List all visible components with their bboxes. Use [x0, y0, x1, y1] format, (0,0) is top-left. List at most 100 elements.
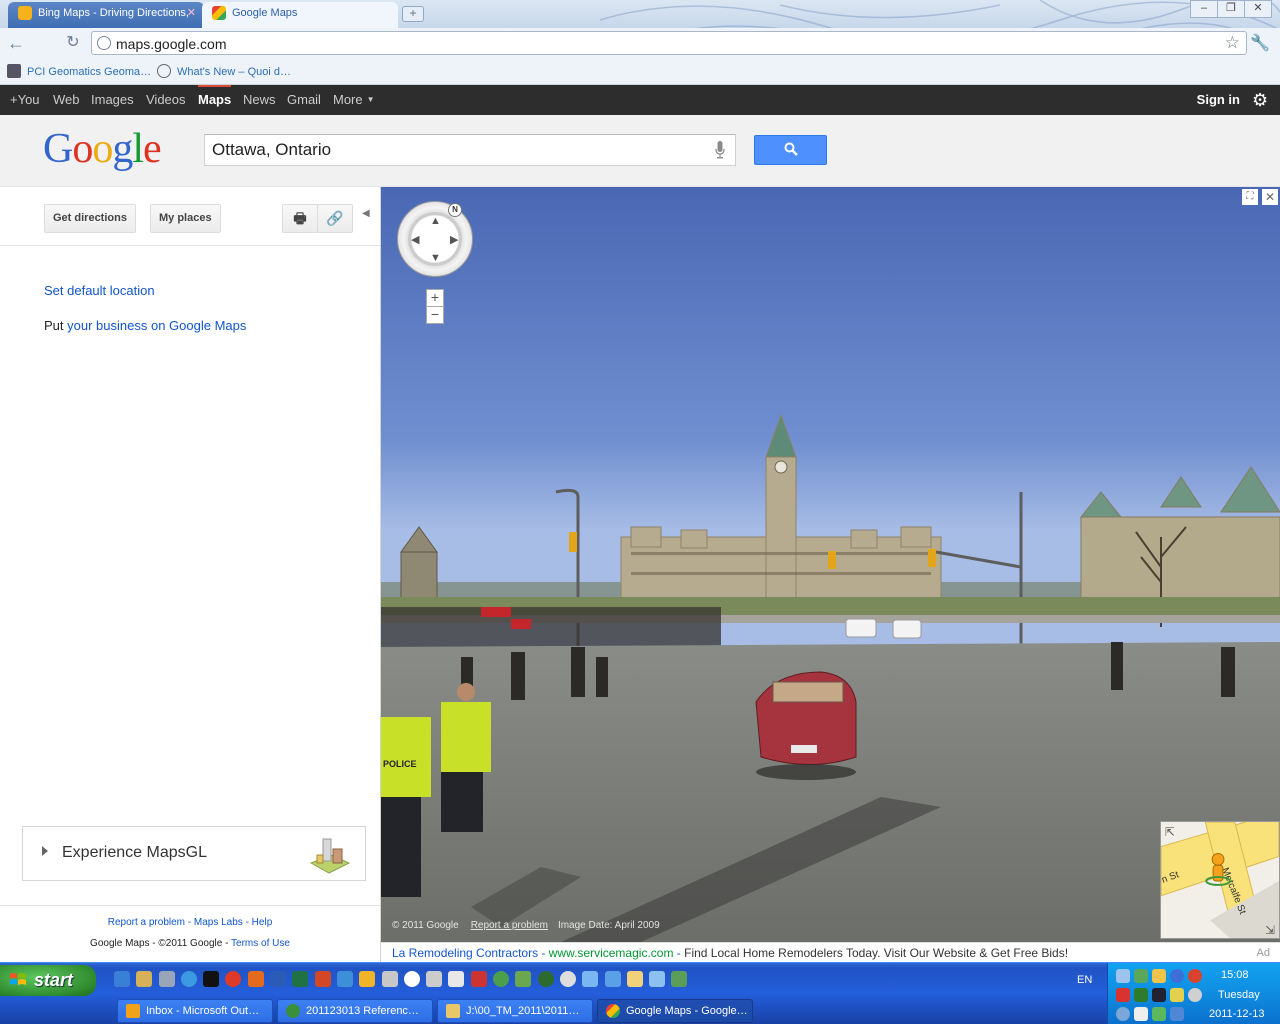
google-logo[interactable]: Google [43, 125, 162, 173]
quick-launch-icon[interactable] [158, 971, 175, 987]
get-directions-button[interactable]: Get directions [44, 204, 136, 233]
bookmark-whats-new[interactable]: What's New – Quoi d… [157, 64, 291, 78]
quick-launch-icon[interactable] [671, 971, 688, 987]
tray-app-icon[interactable] [1188, 988, 1202, 1002]
quick-launch-icon[interactable] [537, 971, 554, 987]
parliament-hill-street-scene[interactable]: POLICE [381, 187, 1280, 942]
tray-app-icon[interactable] [1152, 1007, 1166, 1021]
gbar-gmail[interactable]: Gmail [287, 85, 321, 115]
tray-app-icon[interactable] [1152, 988, 1166, 1002]
tray-app-icon[interactable] [1152, 969, 1166, 983]
my-places-button[interactable]: My places [150, 204, 221, 233]
pan-left-icon[interactable]: ◀ [411, 233, 419, 246]
address-bar[interactable]: maps.google.com ☆ [91, 31, 1247, 55]
zoom-out-button[interactable]: − [426, 306, 444, 324]
ad-url[interactable]: www.servicemagic.com [549, 946, 674, 960]
microphone-icon[interactable] [715, 141, 725, 159]
business-on-maps-link[interactable]: your business on Google Maps [67, 318, 246, 333]
gbar-web[interactable]: Web [53, 85, 80, 115]
reload-icon[interactable]: ↻ [62, 32, 84, 54]
clock-time[interactable]: 15:08 [1221, 969, 1249, 981]
footer-links[interactable]: Report a problem - Maps Labs - Help [0, 917, 380, 928]
sign-in-link[interactable]: Sign in [1197, 85, 1240, 115]
globe-app-icon[interactable] [493, 971, 510, 987]
report-problem-link[interactable]: Report a problem [471, 920, 548, 931]
collapse-panel-icon[interactable]: ◀ [362, 208, 370, 219]
tray-app-icon[interactable] [1134, 988, 1148, 1002]
word-icon[interactable] [270, 971, 287, 987]
tray-app-icon[interactable] [1188, 969, 1202, 983]
zoom-in-button[interactable]: + [426, 289, 444, 307]
wrench-icon[interactable]: 🔧 [1250, 33, 1270, 53]
tray-search-icon[interactable] [1116, 969, 1130, 983]
taskbar-item-folder[interactable]: J:\00_TM_2011\2011… [437, 999, 593, 1023]
quick-launch-icon[interactable] [515, 971, 532, 987]
tab-bing-maps[interactable]: Bing Maps - Driving Directions, ✕ [8, 2, 204, 28]
gbar-news[interactable]: News [243, 85, 276, 115]
tray-cursor-icon[interactable] [1134, 1007, 1148, 1021]
bookmark-pci-geomatics[interactable]: PCI Geomatics Geoma… [7, 64, 151, 78]
pan-up-icon[interactable]: ▲ [430, 215, 441, 227]
ad-title[interactable]: La Remodeling Contractors [392, 946, 538, 960]
tray-app-icon[interactable] [1134, 969, 1148, 983]
gbar-plus-you[interactable]: +You [10, 85, 40, 115]
taskbar-item-google-maps[interactable]: Google Maps - Google… [597, 999, 753, 1023]
new-tab-button[interactable]: + [402, 6, 424, 22]
search-app-icon[interactable] [559, 971, 576, 987]
maximize-button[interactable]: ❐ [1217, 0, 1245, 18]
tray-network-icon[interactable] [1170, 1007, 1184, 1021]
close-icon[interactable]: ✕ [1262, 189, 1278, 205]
pan-down-icon[interactable]: ▼ [430, 252, 441, 264]
acrobat-icon[interactable] [470, 971, 487, 987]
tray-app-icon[interactable] [1170, 969, 1184, 983]
powerpoint-icon[interactable] [314, 971, 331, 987]
back-arrow-icon[interactable]: ← [5, 32, 27, 54]
close-window-button[interactable]: ✕ [1244, 0, 1272, 18]
set-default-location-link[interactable]: Set default location [44, 283, 155, 298]
quick-launch-icon[interactable] [649, 971, 666, 987]
gbar-videos[interactable]: Videos [146, 85, 186, 115]
gbar-images[interactable]: Images [91, 85, 134, 115]
street-view-minimap[interactable]: n St Metcalfe St ⇱ ⇲ [1160, 821, 1280, 939]
minimize-button[interactable]: – [1190, 0, 1218, 18]
ad-bar[interactable]: La Remodeling Contractors - www.servicem… [381, 942, 1280, 962]
experience-mapsgl-promo[interactable]: Experience MapsGL [22, 826, 366, 881]
street-view-panorama[interactable]: POLICE ⛶ ✕ ▲ ▼ ◀ ▶ N + − © 2011 Google Re… [381, 187, 1280, 942]
quick-launch-icon[interactable] [426, 971, 443, 987]
ad-text[interactable]: La Remodeling Contractors - www.servicem… [392, 946, 1068, 960]
print-icon[interactable]: 🖶 [282, 204, 318, 233]
quick-launch-icon[interactable] [247, 971, 264, 987]
folder-icon[interactable] [626, 971, 643, 987]
link-icon[interactable]: 🔗 [317, 204, 353, 233]
excel-icon[interactable] [292, 971, 309, 987]
search-button[interactable] [754, 135, 827, 165]
quick-launch-icon[interactable] [604, 971, 621, 987]
quick-launch-icon[interactable] [448, 971, 465, 987]
start-button[interactable]: start [0, 965, 96, 996]
resize-minimap-icon[interactable]: ⇲ [1265, 924, 1275, 937]
taskbar-item-outlook[interactable]: Inbox - Microsoft Out… [117, 999, 273, 1023]
command-prompt-icon[interactable] [203, 971, 220, 987]
tray-app-icon[interactable] [1116, 1007, 1130, 1021]
internet-explorer-icon[interactable] [180, 971, 197, 987]
quick-launch-icon[interactable] [114, 971, 130, 987]
gbar-more[interactable]: More ▼ [333, 85, 375, 115]
language-indicator[interactable]: EN [1077, 974, 1092, 986]
quick-launch-icon[interactable] [582, 971, 599, 987]
taskbar-item-reference[interactable]: 201123013 Referenc… [277, 999, 433, 1023]
fullscreen-icon[interactable]: ⛶ [1242, 189, 1258, 205]
chrome-icon[interactable] [225, 971, 242, 987]
search-input[interactable] [212, 140, 692, 160]
terms-of-use-link[interactable]: Terms of Use [231, 938, 290, 949]
quick-launch-icon[interactable] [336, 971, 353, 987]
outlook-icon[interactable] [359, 971, 376, 987]
quick-launch-icon[interactable] [381, 971, 398, 987]
tray-app-icon[interactable] [1170, 988, 1184, 1002]
gear-icon[interactable]: ⚙ [1252, 91, 1270, 109]
pan-right-icon[interactable]: ▶ [450, 233, 458, 246]
close-tab-icon[interactable]: ✕ [187, 2, 196, 24]
tray-shield-icon[interactable] [1116, 988, 1130, 1002]
media-player-icon[interactable] [403, 971, 420, 987]
search-box[interactable] [204, 134, 736, 166]
expand-minimap-icon[interactable]: ⇱ [1165, 826, 1175, 839]
